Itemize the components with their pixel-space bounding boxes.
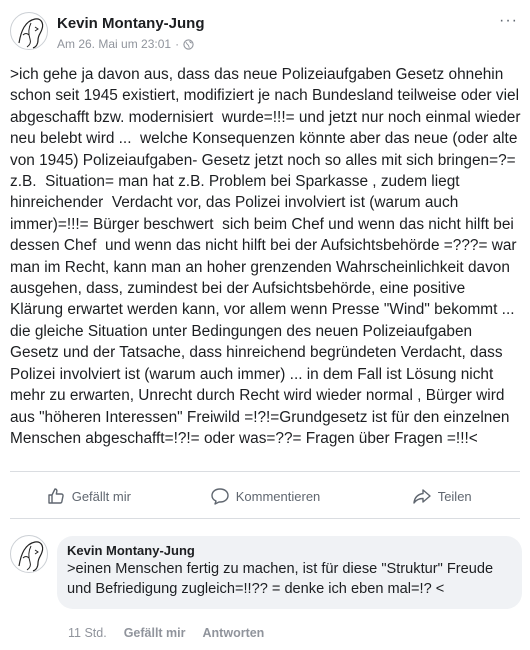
post-author[interactable]: Kevin Montany-Jung bbox=[57, 15, 205, 32]
divider bbox=[10, 471, 520, 472]
meta-separator: · bbox=[175, 37, 180, 51]
divider bbox=[10, 518, 520, 519]
share-button[interactable]: Teilen bbox=[353, 476, 530, 516]
post-text: >ich gehe ja davon aus, dass das neue Po… bbox=[10, 66, 525, 447]
comment-label: Kommentieren bbox=[235, 488, 321, 504]
more-options-button[interactable]: ··· bbox=[499, 12, 518, 30]
comment-button[interactable]: Kommentieren bbox=[177, 476, 354, 516]
share-label: Teilen bbox=[437, 488, 472, 504]
comment-icon bbox=[211, 488, 229, 505]
post-timestamp[interactable]: Am 26. Mai um 23:01 bbox=[57, 37, 171, 51]
avatar[interactable] bbox=[10, 535, 48, 573]
post-meta: Am 26. Mai um 23:01 · bbox=[57, 37, 194, 51]
comment-text: >einen Menschen fertig zu machen, ist fü… bbox=[67, 561, 494, 597]
comment-like-button[interactable]: Gefällt mir bbox=[124, 626, 186, 640]
avatar-sketch-icon bbox=[18, 18, 44, 49]
comment-reply-button[interactable]: Antworten bbox=[203, 626, 265, 640]
globe-icon[interactable] bbox=[183, 38, 194, 50]
post-card: Kevin Montany-Jung Am 26. Mai um 23:01 ·… bbox=[0, 0, 530, 520]
comment-author[interactable]: Kevin Montany-Jung bbox=[67, 543, 512, 558]
thumbs-up-icon bbox=[48, 488, 64, 504]
like-button[interactable]: Gefällt mir bbox=[0, 476, 177, 516]
comment-bubble: Kevin Montany-Jung >einen Menschen ferti… bbox=[57, 536, 522, 609]
post-header: Kevin Montany-Jung Am 26. Mai um 23:01 ·… bbox=[10, 12, 520, 56]
avatar-sketch-icon bbox=[18, 541, 44, 572]
share-icon bbox=[412, 489, 431, 504]
post-actions: Gefällt mir Kommentieren Teilen bbox=[0, 476, 530, 516]
comment: Kevin Montany-Jung >einen Menschen ferti… bbox=[0, 527, 530, 650]
comment-time[interactable]: 11 Std. bbox=[68, 626, 107, 640]
like-label: Gefällt mir bbox=[71, 488, 131, 504]
comment-actions: 11 Std. Gefällt mir Antworten bbox=[68, 626, 264, 640]
avatar[interactable] bbox=[10, 12, 48, 50]
